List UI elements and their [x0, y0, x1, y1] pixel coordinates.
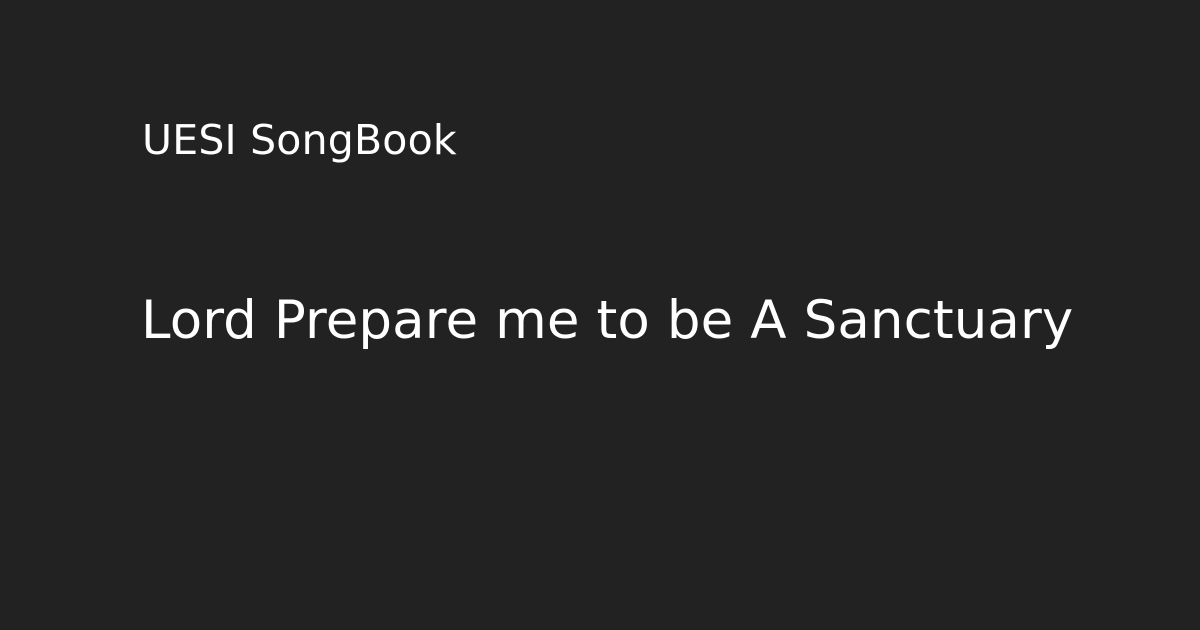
song-title: Lord Prepare me to be A Sanctuary: [141, 290, 1074, 351]
social-preview-card: UESI SongBook Lord Prepare me to be A Sa…: [0, 0, 1200, 630]
site-name: UESI SongBook: [142, 116, 457, 164]
